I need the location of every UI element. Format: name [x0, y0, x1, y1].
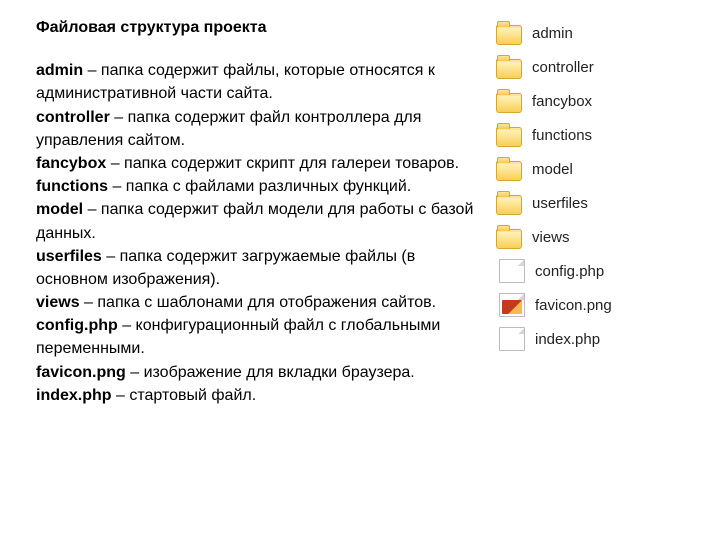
- entry-name: fancybox: [36, 155, 106, 172]
- entry-admin: admin – папка содержит файлы, которые от…: [36, 59, 476, 105]
- file-listing: admin controller fancybox functions mode…: [492, 16, 682, 524]
- folder-icon: [496, 161, 522, 181]
- page: Файловая структура проекта admin – папка…: [0, 0, 720, 540]
- file-label: controller: [532, 59, 594, 76]
- list-item: controller: [492, 50, 682, 84]
- folder-icon: [496, 93, 522, 113]
- file-label: index.php: [535, 331, 600, 348]
- entry-name: controller: [36, 109, 110, 126]
- folder-icon: [496, 25, 522, 45]
- list-item: model: [492, 152, 682, 186]
- file-label: views: [532, 229, 570, 246]
- entry-model: model – папка содержит файл модели для р…: [36, 198, 476, 244]
- entry-controller: controller – папка содержит файл контрол…: [36, 106, 476, 152]
- entry-name: index.php: [36, 387, 112, 404]
- entry-name: favicon.png: [36, 364, 126, 381]
- file-label: fancybox: [532, 93, 592, 110]
- entry-name: model: [36, 201, 83, 218]
- entry-desc: – изображение для вкладки браузера.: [126, 364, 415, 381]
- file-icon: [499, 327, 525, 351]
- file-label: model: [532, 161, 573, 178]
- entry-desc: – папка содержит файлы, которые относятс…: [36, 62, 435, 102]
- entry-fancybox: fancybox – папка содержит скрипт для гал…: [36, 152, 476, 175]
- entry-desc: – стартовый файл.: [112, 387, 257, 404]
- list-item: index.php: [492, 322, 682, 356]
- list-item: views: [492, 220, 682, 254]
- entry-desc: – папка с файлами различных функций.: [108, 178, 411, 195]
- entry-userfiles: userfiles – папка содержит загружаемые ф…: [36, 245, 476, 291]
- entry-functions: functions – папка с файлами различных фу…: [36, 175, 476, 198]
- list-item: config.php: [492, 254, 682, 288]
- file-label: favicon.png: [535, 297, 612, 314]
- entry-desc: – папка с шаблонами для отображения сайт…: [80, 294, 437, 311]
- list-item: functions: [492, 118, 682, 152]
- entry-favicon: favicon.png – изображение для вкладки бр…: [36, 361, 476, 384]
- entry-index: index.php – стартовый файл.: [36, 384, 476, 407]
- description-column: Файловая структура проекта admin – папка…: [36, 16, 476, 524]
- entry-name: config.php: [36, 317, 118, 334]
- entry-name: views: [36, 294, 80, 311]
- entry-desc: – папка содержит скрипт для галереи това…: [106, 155, 459, 172]
- entry-name: functions: [36, 178, 108, 195]
- file-label: functions: [532, 127, 592, 144]
- entry-config: config.php – конфигурационный файл с гло…: [36, 314, 476, 360]
- file-label: userfiles: [532, 195, 588, 212]
- list-item: admin: [492, 16, 682, 50]
- entry-name: admin: [36, 62, 83, 79]
- folder-icon: [496, 59, 522, 79]
- image-file-icon: [499, 293, 525, 317]
- file-label: config.php: [535, 263, 604, 280]
- list-item: fancybox: [492, 84, 682, 118]
- list-item: userfiles: [492, 186, 682, 220]
- file-icon: [499, 259, 525, 283]
- entry-views: views – папка с шаблонами для отображени…: [36, 291, 476, 314]
- folder-icon: [496, 195, 522, 215]
- folder-icon: [496, 127, 522, 147]
- entry-desc: – папка содержит файл модели для работы …: [36, 201, 473, 241]
- page-title: Файловая структура проекта: [36, 16, 476, 39]
- file-label: admin: [532, 25, 573, 42]
- folder-icon: [496, 229, 522, 249]
- list-item: favicon.png: [492, 288, 682, 322]
- entry-name: userfiles: [36, 248, 102, 265]
